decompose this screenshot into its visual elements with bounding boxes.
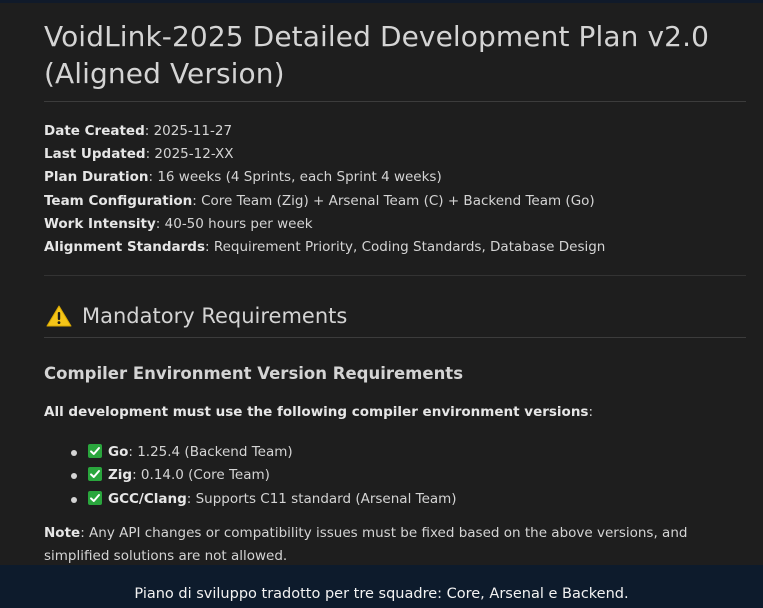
metadata-label: Date Created	[44, 123, 145, 139]
list-item: GCC/Clang: Supports C11 standard (Arsena…	[44, 488, 746, 511]
metadata-value: : Core Team (Zig) + Arsenal Team (C) + B…	[192, 192, 595, 209]
metadata-row-updated: Last Updated: 2025-12-XX	[44, 143, 746, 166]
requirement-detail: : Supports C11 standard (Arsenal Team)	[186, 490, 457, 507]
section-underline	[44, 337, 746, 339]
caption-text: Piano di sviluppo tradotto per tre squad…	[134, 586, 629, 602]
list-item: Go: 1.25.4 (Backend Team)	[44, 441, 746, 464]
check-mark-icon	[88, 490, 102, 505]
requirements-list: Go: 1.25.4 (Backend Team) Zig: 0.14.0 (C…	[44, 441, 746, 511]
caption-bar: Piano di sviluppo tradotto per tre squad…	[0, 565, 763, 608]
warning-icon	[46, 304, 72, 328]
metadata-value: : 2025-12-XX	[145, 146, 234, 163]
metadata-label: Alignment Standards	[44, 239, 205, 256]
section-heading: Mandatory Requirements	[44, 302, 746, 330]
title-line-2: (Aligned Version)	[44, 57, 285, 90]
page-title: VoidLink-2025 Detailed Development Plan …	[44, 18, 746, 92]
note-label: Note	[44, 524, 81, 541]
metadata-value: : 40-50 hours per week	[155, 215, 313, 232]
metadata-label: Last Updated	[44, 146, 146, 163]
horizontal-rule	[44, 275, 746, 277]
note-text: : Any API changes or compatibility issue…	[44, 524, 688, 565]
subsection-heading: Compiler Environment Version Requirement…	[44, 364, 464, 384]
title-line-1: VoidLink-2025 Detailed Development Plan …	[44, 20, 710, 53]
metadata-label: Team Configuration	[44, 192, 193, 209]
title-underline	[44, 101, 746, 102]
check-mark-icon	[88, 444, 102, 459]
intro-bold-text: All development must use the following c…	[44, 404, 589, 421]
metadata-label: Work Intensity	[44, 215, 156, 232]
intro-colon: :	[588, 404, 594, 421]
requirement-detail: : 1.25.4 (Backend Team)	[128, 444, 293, 461]
metadata-row-alignment: Alignment Standards: Requirement Priorit…	[44, 236, 746, 259]
metadata-row-intensity: Work Intensity: 40-50 hours per week	[44, 213, 746, 236]
metadata-label: Plan Duration	[44, 169, 149, 186]
markdown-preview: VoidLink-2025 Detailed Development Plan …	[0, 3, 763, 565]
requirement-name: Zig	[108, 467, 133, 484]
document-content: VoidLink-2025 Detailed Development Plan …	[44, 3, 746, 565]
bullet-dot	[71, 473, 77, 480]
metadata-row-duration: Plan Duration: 16 weeks (4 Sprints, each…	[44, 166, 746, 189]
metadata-value: : Requirement Priority, Coding Standards…	[205, 239, 606, 256]
requirement-detail: : 0.14.0 (Core Team)	[132, 467, 270, 484]
metadata-row-created: Date Created: 2025-11-27	[44, 120, 746, 143]
bullet-dot	[71, 496, 77, 503]
bullet-dot	[71, 450, 77, 457]
section-heading-text: Mandatory Requirements	[82, 304, 348, 329]
requirement-name: Go	[108, 444, 129, 461]
metadata-value: : 16 weeks (4 Sprints, each Sprint 4 wee…	[148, 169, 442, 186]
intro-paragraph: All development must use the following c…	[44, 402, 746, 422]
requirement-name: GCC/Clang	[108, 490, 187, 507]
list-item: Zig: 0.14.0 (Core Team)	[44, 464, 746, 487]
metadata-block: Date Created: 2025-11-27 Last Updated: 2…	[44, 120, 746, 259]
check-mark-icon	[88, 467, 102, 482]
metadata-value: : 2025-11-27	[144, 123, 233, 139]
metadata-row-team: Team Configuration: Core Team (Zig) + Ar…	[44, 190, 746, 213]
note-paragraph: Note: Any API changes or compatibility i…	[44, 522, 746, 565]
